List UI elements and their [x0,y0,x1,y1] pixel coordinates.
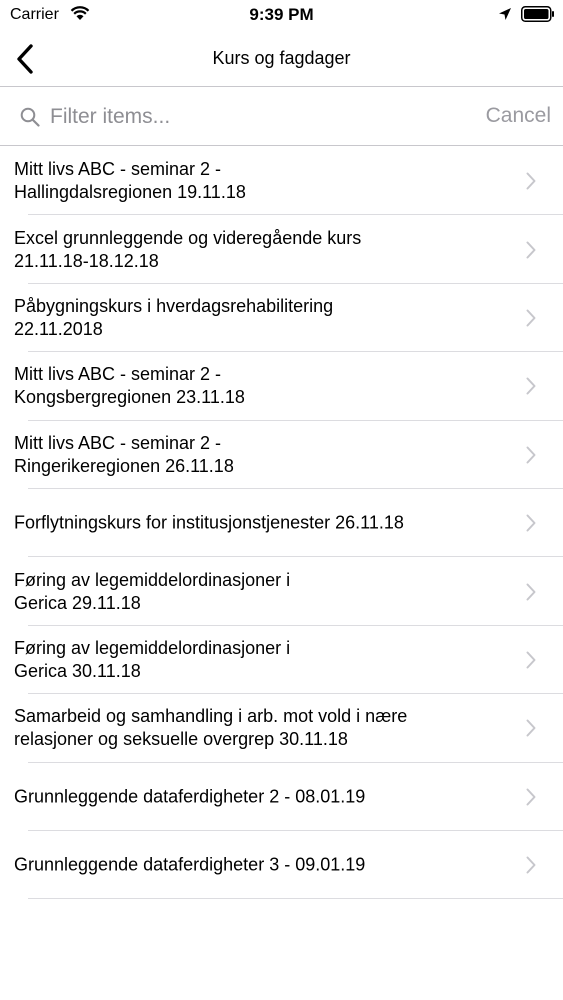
search-bar: Cancel [0,88,563,146]
chevron-right-icon [526,309,536,327]
list-item[interactable]: Grunnleggende dataferdigheter 3 - 09.01.… [0,831,563,900]
list-item-label: Forflytningskurs for institusjonstjenest… [14,512,404,533]
chevron-right-icon [526,583,536,601]
navigation-bar: Kurs og fagdager [0,30,563,87]
chevron-right-icon [526,788,536,806]
chevron-right-icon [526,651,536,669]
status-bar: Carrier 9:39 PM [0,0,563,30]
list-item[interactable]: Føring av legemiddelordinasjoner i Geric… [0,626,563,695]
list-item-label: Føring av legemiddelordinasjoner i Geric… [14,569,291,613]
list-item[interactable]: Mitt livs ABC - seminar 2 - Ringerikereg… [0,421,563,490]
list-item-label: Excel grunnleggende og videregående kurs… [14,227,362,271]
list-item-label: Føring av legemiddelordinasjoner i Geric… [14,637,291,681]
list-item-label: Mitt livs ABC - seminar 2 - Hallingdalsr… [14,159,246,203]
search-input[interactable] [50,102,450,132]
list-item[interactable]: Grunnleggende dataferdigheter 2 - 08.01.… [0,763,563,832]
clock: 9:39 PM [249,5,314,24]
list-item-label: Mitt livs ABC - seminar 2 - Ringerikereg… [14,432,234,476]
page-title: Kurs og fagdager [212,48,351,68]
chevron-right-icon [526,719,536,737]
chevron-right-icon [526,172,536,190]
list-item-label: Grunnleggende dataferdigheter 2 - 08.01.… [14,786,366,807]
list-item-label: Samarbeid og samhandling i arb. mot vold… [14,706,408,750]
course-list: Mitt livs ABC - seminar 2 - Hallingdalsr… [0,147,563,900]
list-item-label: Mitt livs ABC - seminar 2 - Kongsbergreg… [14,364,245,408]
chevron-right-icon [526,514,536,532]
list-item[interactable]: Forflytningskurs for institusjonstjenest… [0,489,563,558]
chevron-right-icon [526,377,536,395]
chevron-right-icon [526,856,536,874]
list-item[interactable]: Påbygningskurs i hverdagsrehabilitering … [0,284,563,353]
location-arrow-icon [498,7,512,21]
list-item[interactable]: Excel grunnleggende og videregående kurs… [0,215,563,285]
list-item[interactable]: Mitt livs ABC - seminar 2 - Hallingdalsr… [0,147,563,216]
list-item[interactable]: Mitt livs ABC - seminar 2 - Kongsbergreg… [0,352,563,421]
battery-icon [521,6,555,22]
list-item[interactable]: Føring av legemiddelordinasjoner i Geric… [0,557,563,627]
list-item[interactable]: Samarbeid og samhandling i arb. mot vold… [0,694,563,763]
list-item-label: Påbygningskurs i hverdagsrehabilitering … [14,295,334,339]
list-item-label: Grunnleggende dataferdigheter 3 - 09.01.… [14,854,366,875]
search-icon [20,107,40,127]
chevron-right-icon [526,446,536,464]
cancel-button[interactable]: Cancel [486,104,551,128]
chevron-right-icon [526,241,536,259]
